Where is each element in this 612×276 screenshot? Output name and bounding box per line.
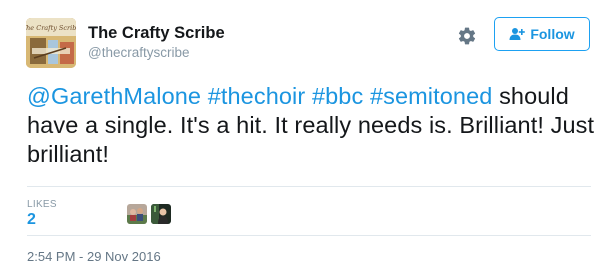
- tweet-text: @GarethMalone #thechoir #bbc #semitoned …: [27, 82, 597, 169]
- author-handle[interactable]: @thecraftyscribe: [88, 45, 190, 60]
- follow-label: Follow: [530, 26, 575, 42]
- tweet-mention[interactable]: @GarethMalone: [27, 83, 201, 109]
- follow-button[interactable]: Follow: [494, 17, 590, 51]
- liker-avatar-1[interactable]: [127, 204, 147, 224]
- tweet-text-segment: [201, 83, 208, 109]
- tweet-hashtag[interactable]: #bbc: [312, 83, 363, 109]
- tweet-text-segment: [363, 83, 370, 109]
- tweet-text-segment: [305, 83, 312, 109]
- gear-icon[interactable]: [457, 26, 477, 46]
- svg-text:The Crafty Scribe: The Crafty Scribe: [26, 24, 76, 32]
- divider: [27, 186, 591, 187]
- author-name[interactable]: The Crafty Scribe: [88, 24, 225, 43]
- add-user-icon: [509, 27, 526, 41]
- liker-avatar-2[interactable]: [151, 204, 171, 224]
- likes-label: LIKES: [27, 199, 57, 210]
- divider: [27, 235, 591, 236]
- tweet-hashtag[interactable]: #thechoir: [208, 83, 306, 109]
- likes-count[interactable]: 2: [27, 211, 36, 229]
- crafty-scribe-logo: The Crafty Scribe: [26, 18, 76, 68]
- author-avatar[interactable]: The Crafty Scribe: [26, 18, 76, 68]
- tweet-hashtag[interactable]: #semitoned: [370, 83, 493, 109]
- tweet-timestamp[interactable]: 2:54 PM - 29 Nov 2016: [27, 249, 161, 264]
